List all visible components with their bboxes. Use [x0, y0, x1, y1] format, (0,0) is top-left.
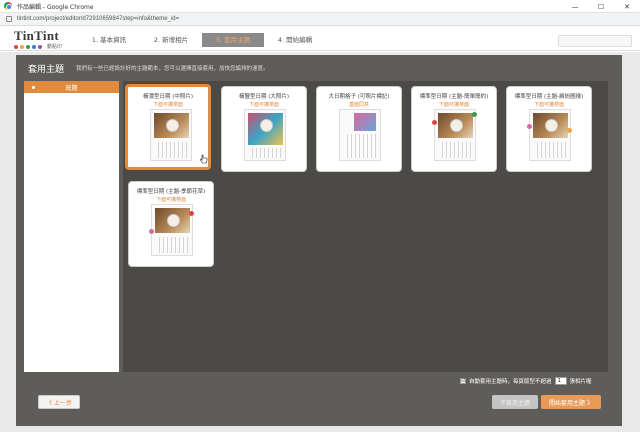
- lock-icon: [6, 16, 12, 22]
- theme-card-title: 橫豎型日期 (大照片): [238, 94, 290, 100]
- calendar-thumbnail: [149, 204, 194, 256]
- maximize-button[interactable]: ☐: [588, 0, 614, 13]
- calendar-grid: [439, 142, 472, 158]
- tintint-logo[interactable]: TinTint 動點印: [14, 29, 62, 50]
- tab-apply-theme[interactable]: 3. 套用主題: [202, 33, 264, 47]
- previous-step-button[interactable]: 《 上一步: [38, 395, 80, 409]
- logo-dot-icon: [38, 44, 42, 49]
- theme-card-title: 標準型日期 (主題-季節花草): [136, 189, 206, 195]
- address-bar[interactable]: tintint.com/project/editor/d72910659847s…: [0, 13, 640, 26]
- auto-apply-checkbox[interactable]: ☑: [460, 378, 466, 384]
- window-title: 作品編輯 - Google Chrome: [17, 3, 94, 11]
- photo-thumbnail: [155, 208, 190, 233]
- panel-title: 套用主題: [28, 65, 65, 75]
- theme-card[interactable]: 大日期格子 (可照片標記) 蓋面同意: [316, 86, 402, 172]
- calendar-grid: [344, 134, 377, 158]
- theme-card-title: 標準型日期 (主題-繽紛圖樣): [514, 94, 584, 100]
- theme-card-subtitle: 下面可攜帶面: [248, 102, 279, 108]
- tab-basic-info[interactable]: 1. 基本資訊: [78, 33, 140, 47]
- theme-card-title: 大日期格子 (可照片標記): [328, 94, 390, 100]
- url-text[interactable]: tintint.com/project/editor/d72910659847s…: [17, 16, 179, 22]
- decoration-dot-icon: [149, 229, 154, 234]
- minimize-button[interactable]: —: [562, 0, 588, 13]
- calendar-grid: [249, 148, 282, 158]
- decoration-dot-icon: [189, 211, 194, 216]
- main-area: 套用主題 我們有一些已經設計好的主題範本，您可以選擇直接套用，加快您編排的速度。…: [0, 52, 640, 432]
- panel-description: 我們有一些已經設計好的主題範本，您可以選擇直接套用，加快您編排的速度。: [76, 66, 269, 72]
- theme-card-title: 標準型日期 (主題-簡單簡約): [419, 94, 489, 100]
- theme-card[interactable]: 標準型日期 (主題-繽紛圖樣) 下面可攜帶面: [506, 86, 592, 172]
- theme-card-subtitle: 下面可攜帶面: [438, 102, 469, 108]
- auto-apply-row: ☑ 自動套用主題時，每頁版型不超過 1 張相片喔: [460, 377, 592, 385]
- calendar-thumbnail: [527, 109, 572, 161]
- logo-dot-icon: [14, 44, 18, 49]
- photo-thumbnail: [533, 113, 568, 138]
- theme-panel: 套用主題 我們有一些已經設計好的主題範本，您可以選擇直接套用，加快您編排的速度。…: [16, 55, 622, 426]
- logo-text: TinTint: [14, 28, 59, 43]
- logo-dot-icon: [26, 44, 30, 49]
- logo-dots: 動點印: [14, 43, 62, 50]
- photo-thumbnail: [154, 113, 189, 138]
- auto-apply-suffix: 張相片喔: [569, 379, 592, 385]
- theme-category-sidebar: 底題: [24, 81, 119, 372]
- theme-card-title: 橫濃型日期 (中照片): [142, 94, 194, 100]
- app-header: TinTint 動點印 1. 基本資訊 2. 新增相片 3. 套用主題 4. 開…: [0, 27, 640, 51]
- theme-card[interactable]: 橫濃型日期 (中照片) 下面可攜帶面: [125, 84, 211, 170]
- sidebar-item-label: 底題: [65, 84, 78, 92]
- photos-per-page-input[interactable]: 1: [554, 377, 567, 385]
- start-apply-theme-button[interactable]: 開始套用主題 》: [541, 395, 601, 409]
- calendar-grid: [534, 142, 567, 158]
- window-controls: — ☐ ✕: [562, 0, 640, 13]
- tab-add-photos[interactable]: 2. 新增相片: [140, 33, 202, 47]
- logo-dot-icon: [32, 44, 36, 49]
- tab-start-editing[interactable]: 4. 開始編輯: [264, 33, 326, 47]
- decoration-dot-icon: [567, 128, 572, 133]
- close-button[interactable]: ✕: [614, 0, 640, 13]
- photo-thumbnail: [248, 113, 283, 145]
- theme-grid: 橫濃型日期 (中照片) 下面可攜帶面 橫豎型日期 (大照片) 下面可攜帶面 大日…: [123, 81, 608, 372]
- theme-card[interactable]: 橫豎型日期 (大照片) 下面可攜帶面: [221, 86, 307, 172]
- theme-card[interactable]: 標準型日期 (主題-簡單簡約) 下面可攜帶面: [411, 86, 497, 172]
- logo-tagline: 動點印: [47, 44, 63, 50]
- calendar-thumbnail: [150, 109, 192, 161]
- header-action-button[interactable]: [558, 35, 632, 47]
- photo-thumbnail: [354, 113, 376, 131]
- hand-cursor-icon: [200, 154, 208, 164]
- chrome-icon: [4, 2, 12, 10]
- photo-thumbnail: [438, 113, 473, 138]
- theme-card-subtitle: 下面可攜帶面: [155, 197, 186, 203]
- browser-titlebar: 作品編輯 - Google Chrome — ☐ ✕: [0, 0, 640, 13]
- bullet-icon: [32, 86, 35, 89]
- step-tabs: 1. 基本資訊 2. 新增相片 3. 套用主題 4. 開始編輯: [78, 33, 326, 49]
- sidebar-item-category[interactable]: 底題: [24, 81, 119, 93]
- logo-dot-icon: [20, 44, 24, 49]
- theme-card[interactable]: 標準型日期 (主題-季節花草) 下面可攜帶面: [128, 181, 214, 267]
- theme-card-subtitle: 蓋面同意: [348, 102, 369, 108]
- calendar-grid: [156, 237, 189, 253]
- calendar-grid: [155, 142, 188, 158]
- calendar-thumbnail: [339, 109, 381, 161]
- decoration-dot-icon: [432, 120, 437, 125]
- calendar-thumbnail: [432, 109, 477, 161]
- calendar-thumbnail: [244, 109, 286, 161]
- decoration-dot-icon: [472, 112, 477, 117]
- auto-apply-label: 自動套用主題時，每頁版型不超過: [469, 379, 552, 385]
- decoration-dot-icon: [527, 124, 532, 129]
- theme-card-subtitle: 下面可攜帶面: [533, 102, 564, 108]
- theme-card-subtitle: 下面可攜帶面: [152, 102, 183, 108]
- skip-theme-button[interactable]: 不套用主題: [492, 395, 538, 409]
